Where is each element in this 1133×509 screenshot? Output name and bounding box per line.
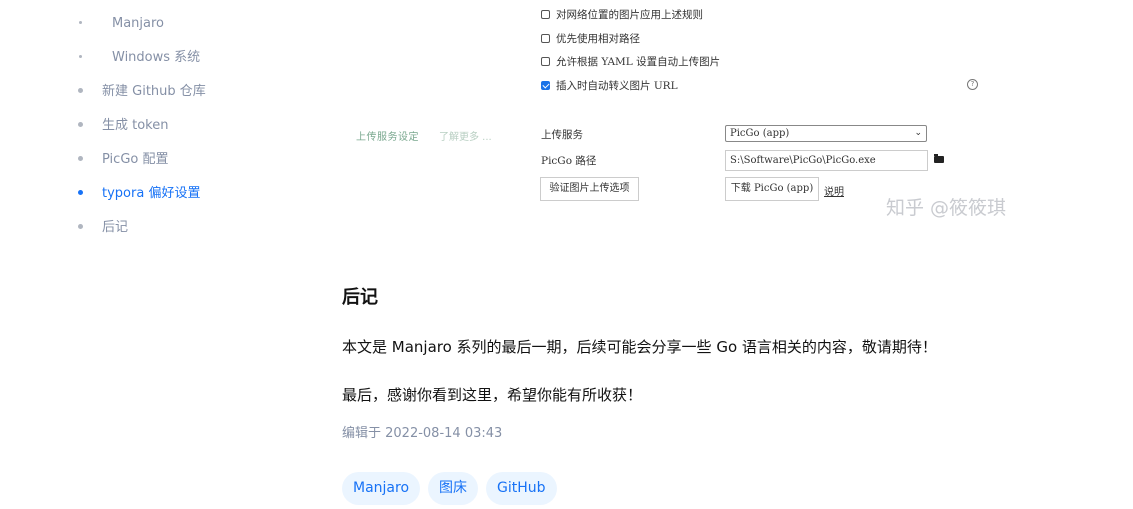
checkbox-checked bbox=[541, 81, 550, 90]
picgo-path-label: PicGo 路径 bbox=[541, 155, 597, 167]
paragraph: 本文是 Manjaro 系列的最后一期，后续可能会分享一些 Go 语言相关的内容… bbox=[342, 338, 937, 356]
checkbox bbox=[541, 57, 550, 66]
typora-settings-screenshot: 对网络位置的图片应用上述规则 优先使用相对路径 允许根据 YAML 设置自动上传… bbox=[340, 0, 1040, 236]
checkbox bbox=[541, 34, 550, 43]
folder-icon bbox=[934, 154, 944, 163]
tag-image-hosting[interactable]: 图床 bbox=[428, 472, 479, 505]
chevron-down-icon: ⌄ bbox=[914, 128, 922, 138]
toc-bullet-active bbox=[78, 190, 83, 195]
checkbox-label: 插入时自动转义图片 URL bbox=[556, 80, 678, 92]
learn-more-link: 了解更多 ... bbox=[439, 132, 492, 143]
checkbox-row: 允许根据 YAML 设置自动上传图片 bbox=[541, 54, 720, 69]
toc-item-typora[interactable]: typora 偏好设置 bbox=[102, 186, 200, 202]
checkbox-row: 优先使用相对路径 bbox=[541, 31, 640, 46]
checkbox-row: 插入时自动转义图片 URL bbox=[541, 78, 678, 93]
verify-upload-button: 验证图片上传选项 bbox=[540, 177, 639, 201]
toc-item-manjaro[interactable]: Manjaro bbox=[112, 16, 164, 32]
zhihu-watermark: 知乎 @筱筱琪 bbox=[886, 197, 1007, 219]
toc-bullet bbox=[78, 122, 83, 127]
toc-item-afterword[interactable]: 后记 bbox=[102, 220, 128, 236]
upload-service-label: 上传服务 bbox=[541, 129, 583, 141]
toc-bullet bbox=[79, 21, 82, 24]
tag-list: Manjaro 图床 GitHub bbox=[342, 472, 557, 505]
toc-item-windows[interactable]: Windows 系统 bbox=[112, 50, 200, 66]
explain-link: 说明 bbox=[824, 187, 844, 198]
table-of-contents: Manjaro Windows 系统 新建 Github 仓库 生成 token… bbox=[0, 0, 300, 509]
upload-service-select: PicGo (app) ⌄ bbox=[725, 125, 927, 142]
toc-bullet bbox=[78, 156, 83, 161]
upload-section-title: 上传服务设定 bbox=[356, 132, 419, 143]
download-picgo-button: 下载 PicGo (app) bbox=[725, 177, 819, 201]
checkbox-label: 对网络位置的图片应用上述规则 bbox=[556, 9, 703, 21]
toc-bullet bbox=[78, 224, 83, 229]
checkbox-label: 优先使用相对路径 bbox=[556, 33, 640, 45]
paragraph: 最后，感谢你看到这里，希望你能有所收获！ bbox=[342, 386, 643, 404]
edit-timestamp: 编辑于 2022-08-14 03:43 bbox=[342, 426, 503, 441]
toc-item-github-repo[interactable]: 新建 Github 仓库 bbox=[102, 84, 206, 100]
checkbox bbox=[541, 10, 550, 19]
toc-item-token[interactable]: 生成 token bbox=[102, 118, 169, 134]
tag-github[interactable]: GitHub bbox=[486, 472, 557, 505]
toc-bullet bbox=[78, 88, 83, 93]
toc-bullet bbox=[79, 55, 82, 58]
section-heading: 后记 bbox=[342, 287, 378, 308]
checkbox-label: 允许根据 YAML 设置自动上传图片 bbox=[556, 56, 721, 68]
tag-manjaro[interactable]: Manjaro bbox=[342, 472, 421, 505]
toc-item-picgo[interactable]: PicGo 配置 bbox=[102, 152, 168, 168]
checkbox-row: 对网络位置的图片应用上述规则 bbox=[541, 7, 703, 22]
help-icon: ? bbox=[967, 79, 978, 90]
picgo-path-field: S:\Software\PicGo\PicGo.exe bbox=[725, 150, 928, 171]
